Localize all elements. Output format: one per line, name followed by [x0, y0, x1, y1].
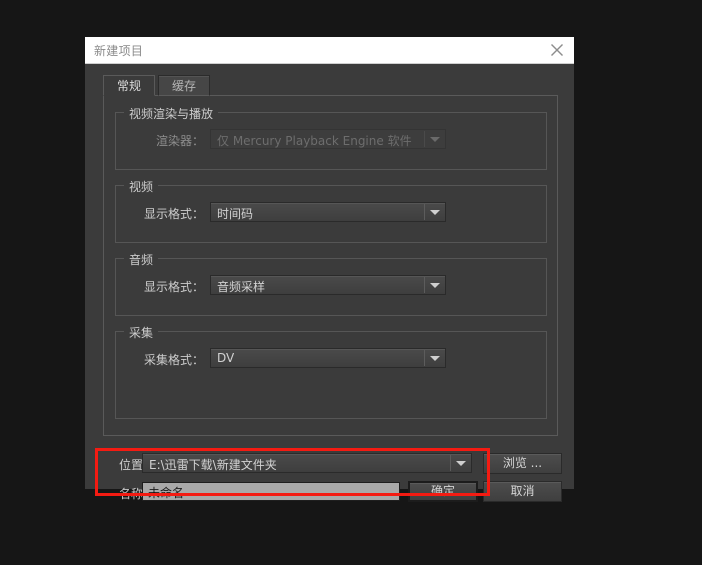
dialog-footer: 位置： E:\迅雷下载\新建文件夹 浏览 ... 名称： 未命名 确定 取消: [85, 436, 574, 502]
chevron-down-icon: [424, 131, 444, 147]
tab-cache[interactable]: 缓存: [158, 75, 211, 96]
browse-button[interactable]: 浏览 ...: [483, 453, 562, 474]
location-combobox[interactable]: E:\迅雷下载\新建文件夹: [142, 453, 472, 473]
audio-display-format-label: 显示格式：: [143, 280, 204, 294]
audio-display-format-combobox[interactable]: 音频采样: [210, 275, 446, 295]
name-input[interactable]: 未命名: [142, 482, 400, 501]
group-video-render-playback-legend: 视频渲染与播放: [124, 105, 219, 122]
browse-button-label: 浏览 ...: [502, 456, 543, 470]
renderer-combobox-value: 仅 Mercury Playback Engine 软件: [217, 134, 412, 148]
video-display-format-combobox[interactable]: 时间码: [210, 202, 446, 222]
tab-general[interactable]: 常规: [103, 75, 156, 96]
ok-button-label: 确定: [430, 484, 455, 498]
tab-cache-label: 缓存: [172, 79, 197, 93]
chevron-down-icon[interactable]: [450, 455, 470, 471]
capture-format-combobox[interactable]: DV: [210, 348, 446, 368]
chevron-down-icon[interactable]: [424, 350, 444, 366]
chevron-down-icon[interactable]: [424, 277, 444, 293]
name-input-value: 未命名: [148, 486, 185, 500]
screen: 新建项目 常规 缓存 视频渲染与播放 渲染器： 仅 Mercury Playba…: [0, 0, 702, 565]
renderer-label: 渲染器：: [155, 134, 204, 148]
group-capture-legend: 采集: [124, 324, 159, 341]
tabstrip: 常规 缓存: [103, 74, 211, 96]
cancel-button[interactable]: 取消: [483, 481, 562, 502]
chevron-down-icon[interactable]: [424, 204, 444, 220]
audio-display-format-value: 音频采样: [217, 280, 266, 294]
tab-panel-general: 视频渲染与播放 渲染器： 仅 Mercury Playback Engine 软…: [103, 95, 558, 436]
group-video-legend: 视频: [124, 178, 159, 195]
close-icon[interactable]: [548, 41, 566, 59]
video-display-format-value: 时间码: [217, 207, 254, 221]
dialog-title: 新建项目: [94, 44, 144, 58]
group-audio-legend: 音频: [124, 251, 159, 268]
tab-general-label: 常规: [117, 79, 142, 93]
cancel-button-label: 取消: [510, 484, 535, 498]
renderer-combobox: 仅 Mercury Playback Engine 软件: [210, 129, 446, 149]
video-display-format-label: 显示格式：: [143, 207, 204, 221]
location-value: E:\迅雷下载\新建文件夹: [149, 458, 277, 472]
new-project-dialog: 新建项目 常规 缓存 视频渲染与播放 渲染器： 仅 Mercury Playba…: [85, 37, 574, 502]
group-video-render-playback: 视频渲染与播放 渲染器： 仅 Mercury Playback Engine 软…: [115, 105, 547, 170]
capture-format-value: DV: [217, 351, 235, 365]
group-video: 视频 显示格式： 时间码: [115, 178, 547, 243]
group-capture: 采集 采集格式： DV: [115, 324, 547, 419]
capture-format-label: 采集格式：: [143, 353, 204, 367]
dialog-titlebar: 新建项目: [85, 37, 574, 64]
ok-button[interactable]: 确定: [408, 481, 478, 502]
group-audio: 音频 显示格式： 音频采样: [115, 251, 547, 316]
